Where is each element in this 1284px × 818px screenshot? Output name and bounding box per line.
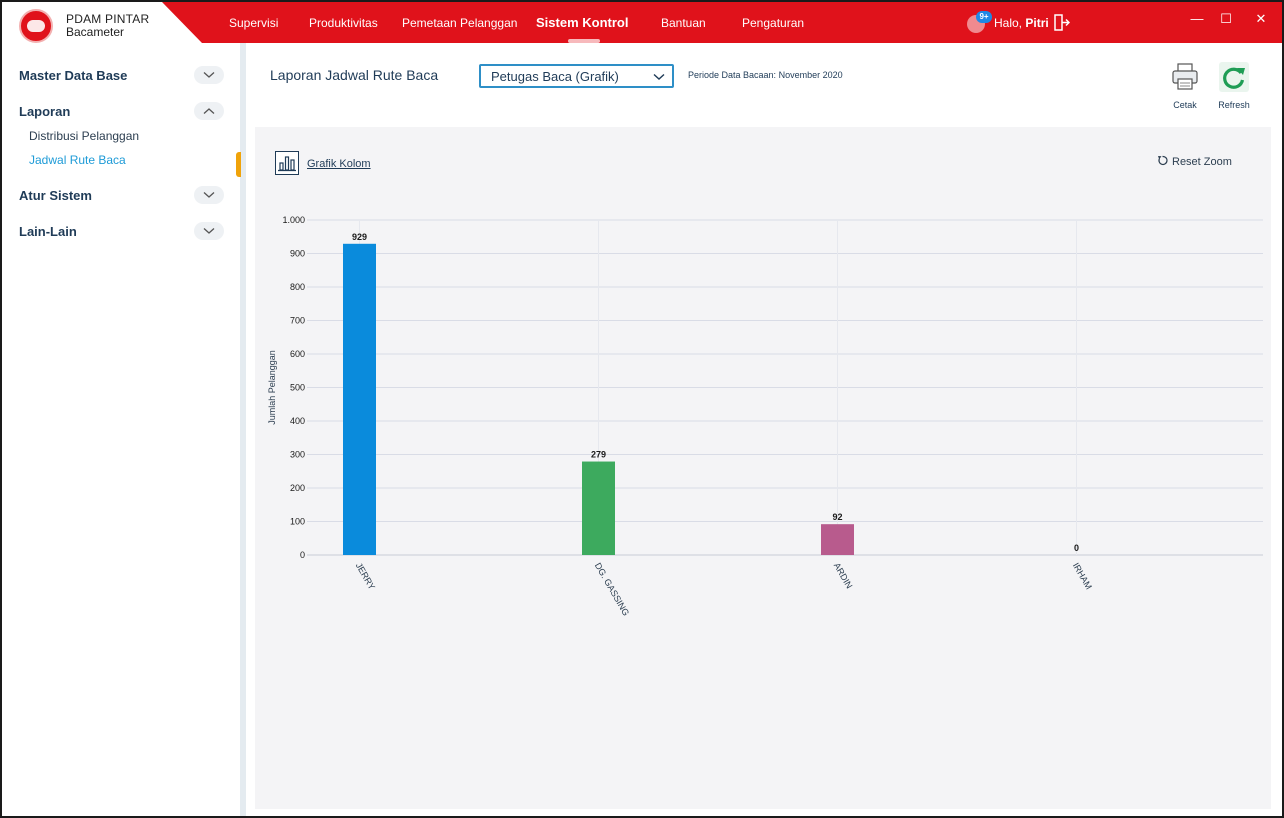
bar <box>582 461 615 555</box>
y-tick-label: 600 <box>290 349 305 359</box>
bar <box>343 243 376 555</box>
nav-sistem-kontrol[interactable]: Sistem Kontrol <box>536 15 628 30</box>
notification-badge: 9+ <box>976 11 992 23</box>
periode-value: November 2020 <box>778 70 843 80</box>
y-tick-label: 1.000 <box>282 215 305 225</box>
periode-label: Periode Data Bacaan: <box>688 70 777 80</box>
chevron-up-icon[interactable] <box>194 102 224 120</box>
view-select[interactable]: Petugas Baca (Grafik) <box>479 64 674 88</box>
sidebar-section-laporan[interactable]: Laporan <box>19 104 70 119</box>
y-tick-label: 800 <box>290 282 305 292</box>
chevron-down-icon <box>653 73 665 80</box>
app-logo <box>19 9 53 43</box>
chart-y-ticks: 0 100 200 300 400 500 600 700 800 900 1.000 <box>282 215 305 560</box>
y-tick-label: 500 <box>290 383 305 393</box>
sidebar-section-master-data-base[interactable]: Master Data Base <box>19 68 127 83</box>
nav-supervisi[interactable]: Supervisi <box>229 16 278 30</box>
y-tick-label: 400 <box>290 416 305 426</box>
print-button[interactable]: Cetak <box>1163 62 1207 110</box>
minimize-button[interactable]: — <box>1189 11 1205 26</box>
data-label: 0 <box>1074 543 1079 553</box>
chevron-down-icon[interactable] <box>194 186 224 204</box>
nav-bantuan[interactable]: Bantuan <box>661 16 706 30</box>
y-tick-label: 200 <box>290 483 305 493</box>
refresh-button[interactable]: Refresh <box>1212 62 1256 110</box>
x-tick-label: JERRY <box>354 561 377 591</box>
user-name: Pitri <box>1025 16 1049 30</box>
y-tick-label: 900 <box>290 249 305 259</box>
nav-pengaturan[interactable]: Pengaturan <box>742 16 804 30</box>
printer-icon <box>1172 63 1198 90</box>
sidebar-section-atur-sistem[interactable]: Atur Sistem <box>19 188 92 203</box>
app-window: PDAM PINTAR Bacameter Supervisi Produkti… <box>2 2 1282 816</box>
user-greeting: Halo, Pitri <box>994 16 1049 30</box>
refresh-label: Refresh <box>1218 100 1250 110</box>
bar <box>821 524 854 555</box>
chart-grid <box>307 219 1263 556</box>
y-tick-label: 300 <box>290 450 305 460</box>
chart-category-labels: JERRY DG. GASSING ARDIN IRHAM <box>354 561 1094 618</box>
nav-active-indicator <box>568 39 600 43</box>
app-name: PDAM PINTAR <box>66 12 150 26</box>
page-title: Laporan Jadwal Rute Baca <box>270 67 439 83</box>
maximize-button[interactable]: ☐ <box>1218 11 1234 27</box>
bar-chart: 0 100 200 300 400 500 600 700 800 900 1.000 929 279… <box>267 215 1263 618</box>
print-label: Cetak <box>1173 100 1197 110</box>
chart-data-labels: 929 279 92 0 <box>352 232 1079 553</box>
x-tick-label: DG. GASSING <box>593 561 631 618</box>
greeting-text: Halo, <box>994 16 1023 30</box>
y-tick-label: 0 <box>300 550 305 560</box>
y-tick-label: 700 <box>290 316 305 326</box>
data-label: 279 <box>591 450 606 460</box>
x-tick-label: IRHAM <box>1071 561 1094 591</box>
y-tick-label: 100 <box>290 517 305 527</box>
sidebar-active-marker <box>236 152 241 177</box>
nav-pemetaan-pelanggan[interactable]: Pemetaan Pelanggan <box>402 16 517 30</box>
sidebar-item-jadwal-rute-baca[interactable]: Jadwal Rute Baca <box>29 153 126 167</box>
x-tick-label: ARDIN <box>832 561 855 590</box>
chart-y-axis-label: Jumlah Pelanggan <box>267 350 277 425</box>
data-label: 929 <box>352 232 367 242</box>
logout-icon[interactable] <box>1054 14 1070 31</box>
nav-produktivitas[interactable]: Produktivitas <box>309 16 378 30</box>
view-select-value: Petugas Baca (Grafik) <box>491 69 619 84</box>
data-label: 92 <box>832 512 842 522</box>
app-product: Bacameter <box>66 25 125 39</box>
sidebar-section-lain-lain[interactable]: Lain-Lain <box>19 224 77 239</box>
refresh-icon <box>1219 62 1249 92</box>
sidebar-item-distribusi-pelanggan[interactable]: Distribusi Pelanggan <box>29 129 139 143</box>
close-button[interactable]: ✕ <box>1253 11 1269 27</box>
periode-info: Periode Data Bacaan: November 2020 <box>688 70 843 80</box>
chevron-down-icon[interactable] <box>194 222 224 240</box>
chevron-down-icon[interactable] <box>194 66 224 84</box>
